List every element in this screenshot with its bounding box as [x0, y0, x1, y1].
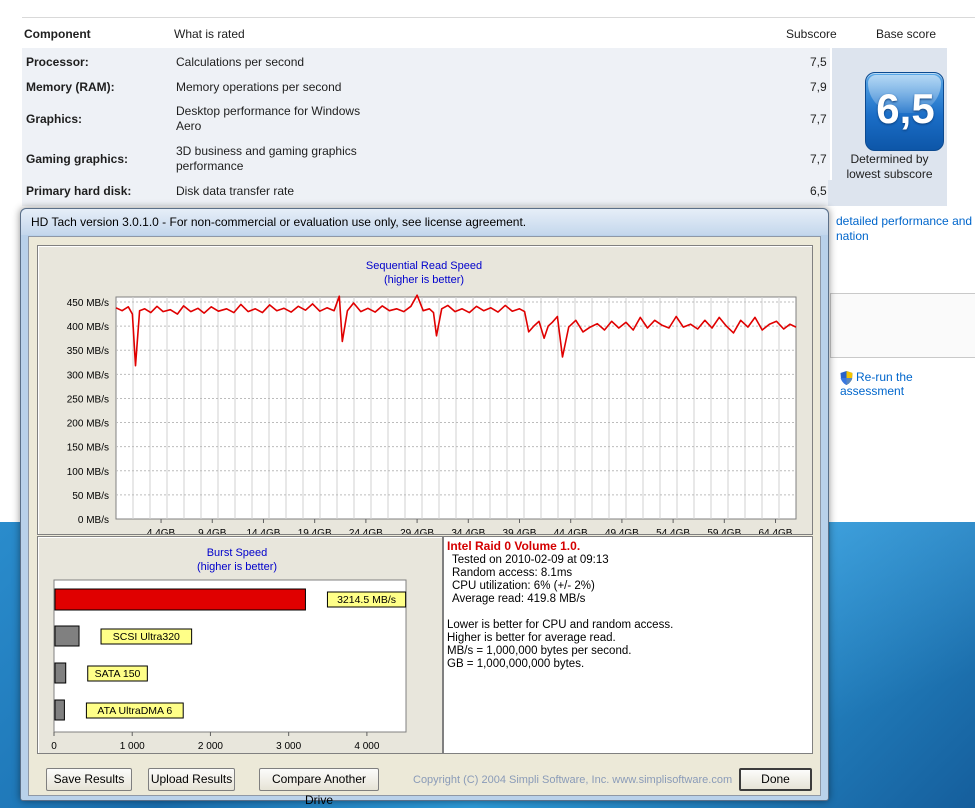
reference-bar [54, 699, 65, 721]
compare-another-drive-button[interactable]: Compare Another Drive [259, 768, 379, 807]
rated-label: Calculations per second [176, 55, 305, 69]
subscore-value: 7,7 [810, 152, 827, 166]
chart-title: Sequential Read Speed [366, 260, 482, 272]
burst-speed-chart: Burst Speed (higher is better) 0 1 000 2 0… [51, 547, 407, 752]
average-read: Average read: 419.8 MB/s [452, 593, 586, 605]
x-tick-label: 9,4GB [198, 528, 227, 534]
window-title: HD Tach version 3.0.1.0 - For non-commer… [31, 215, 527, 229]
reference-bar [54, 662, 67, 684]
tested-on: Tested on 2010-02-09 at 09:13 [452, 554, 609, 566]
copyright-text: Copyright (C) 2004 Simpli Software, Inc.… [413, 774, 733, 786]
rated-label: Memory operations per second [176, 80, 342, 94]
reference-bar [54, 625, 80, 647]
bar-label: SATA 150 [95, 668, 141, 680]
x-tick-label: 64,4GB [759, 528, 793, 534]
sequential-read-chart: Sequential Read Speed (higher is better)… [67, 260, 797, 534]
column-base-score: Base score [876, 27, 937, 41]
random-access: Random access: 8.1ms [452, 567, 573, 579]
plot-area: 0 MB/s 50 MB/s 100 MB/s 150 MB/s 200 MB/s 250… [67, 294, 797, 534]
detailed-performance-link-line2[interactable]: nation [836, 229, 972, 244]
cpu-utilization: CPU utilization: 6% (+/- 2%) [452, 580, 595, 592]
x-tick-label: 39,4GB [503, 528, 537, 534]
x-tick-label: 3 000 [276, 741, 301, 752]
y-tick-label: 150 MB/s [67, 443, 109, 454]
burst-speed-panel: Burst Speed (higher is better) 0 1 000 2 0… [37, 536, 443, 754]
test-info-panel: Intel Raid 0 Volume 1.0. Tested on 2010-… [443, 536, 813, 754]
upload-results-button[interactable]: Upload Results [148, 768, 235, 791]
base-score-caption: Determined by lowest subscore [846, 152, 933, 181]
x-tick-label: 2 000 [198, 741, 223, 752]
save-results-button[interactable]: Save Results [46, 768, 132, 791]
note-gb: GB = 1,000,000,000 bytes. [447, 658, 585, 670]
x-tick-label: 1 000 [120, 741, 145, 752]
bar-label: 3214.5 MB/s [337, 594, 396, 606]
rerun-assessment-label[interactable]: Re-run the assessment [840, 370, 913, 398]
chart-subtitle: (higher is better) [197, 561, 277, 573]
done-button[interactable]: Done [739, 768, 812, 791]
x-tick-label: 34,4GB [451, 528, 485, 534]
x-tick-label: 54,4GB [656, 528, 690, 534]
column-subscore: Subscore [786, 27, 837, 41]
column-what-is-rated: What is rated [174, 27, 245, 41]
base-score-panel: 6,5 Determined by lowest subscore [832, 48, 947, 206]
x-tick-label: 29,4GB [400, 528, 434, 534]
x-tick-label: 14,4GB [247, 528, 281, 534]
x-tick-label: 4 000 [354, 741, 379, 752]
component-label: Graphics: [26, 112, 83, 126]
y-tick-label: 50 MB/s [72, 491, 109, 502]
note-cpu: Lower is better for CPU and random acces… [447, 619, 674, 631]
burst-speed-bar [54, 588, 306, 611]
score-table: Processor: Calculations per second 7,5 M… [22, 48, 854, 206]
detailed-performance-link[interactable]: detailed performance and nation [836, 214, 972, 244]
sequential-read-panel: Sequential Read Speed (higher is better)… [37, 245, 813, 535]
info-box [830, 293, 975, 358]
score-table-header: Component What is rated Subscore Base sc… [22, 24, 975, 46]
x-tick-label: 24,4GB [349, 528, 383, 534]
y-tick-label: 100 MB/s [67, 467, 109, 478]
hd-tach-window: HD Tach version 3.0.1.0 - For non-commer… [20, 208, 829, 807]
rerun-assessment-link[interactable]: Re-run the assessment [840, 370, 975, 398]
header-divider [22, 17, 975, 18]
rated-label: 3D business and gaming graphics performa… [176, 144, 357, 173]
component-label: Gaming graphics: [26, 152, 129, 166]
x-tick-label: 44,4GB [554, 528, 588, 534]
chart-subtitle: (higher is better) [384, 274, 464, 286]
plot-area: 0 1 000 2 000 3 000 4 000 3214.5 MB/s SCSI Ult… [51, 579, 407, 752]
bar-label: ATA UltraDMA 6 [97, 705, 172, 717]
x-tick-label: 49,4GB [605, 528, 639, 534]
detailed-performance-link-line1[interactable]: detailed performance and [836, 214, 972, 229]
y-tick-label: 300 MB/s [67, 370, 109, 381]
y-tick-label: 450 MB/s [67, 298, 109, 309]
rated-label: Disk data transfer rate [176, 184, 295, 198]
x-tick-label: 59,4GB [707, 528, 741, 534]
subscore-value: 7,9 [810, 80, 827, 94]
x-tick-label: 0 [51, 741, 57, 752]
chart-title: Burst Speed [207, 547, 268, 559]
note-mbs: MB/s = 1,000,000 bytes per second. [447, 645, 632, 657]
x-tick-label: 4,4GB [147, 528, 176, 534]
title-bar[interactable]: HD Tach version 3.0.1.0 - For non-commer… [21, 209, 828, 235]
bar-label: SCSI Ultra320 [113, 631, 180, 643]
base-score-badge: 6,5 [865, 72, 944, 151]
y-tick-label: 200 MB/s [67, 419, 109, 430]
subscore-value: 7,5 [810, 55, 827, 69]
column-component: Component [24, 27, 91, 41]
y-tick-label: 350 MB/s [67, 346, 109, 357]
component-label: Memory (RAM): [26, 80, 115, 94]
y-tick-label: 400 MB/s [67, 322, 109, 333]
component-label: Primary hard disk: [26, 184, 132, 198]
subscore-value: 6,5 [810, 184, 827, 198]
rated-label: Desktop performance for Windows Aero [176, 104, 361, 133]
base-score-value: 6,5 [876, 85, 935, 132]
component-label: Processor: [26, 55, 89, 69]
y-tick-label: 0 MB/s [78, 515, 109, 526]
x-tick-label: 19,4GB [298, 528, 332, 534]
y-tick-label: 250 MB/s [67, 394, 109, 405]
client-area: Sequential Read Speed (higher is better)… [28, 236, 821, 807]
note-average: Higher is better for average read. [447, 632, 616, 644]
drive-name: Intel Raid 0 Volume 1.0. [447, 539, 581, 553]
subscore-value: 7,7 [810, 112, 827, 126]
